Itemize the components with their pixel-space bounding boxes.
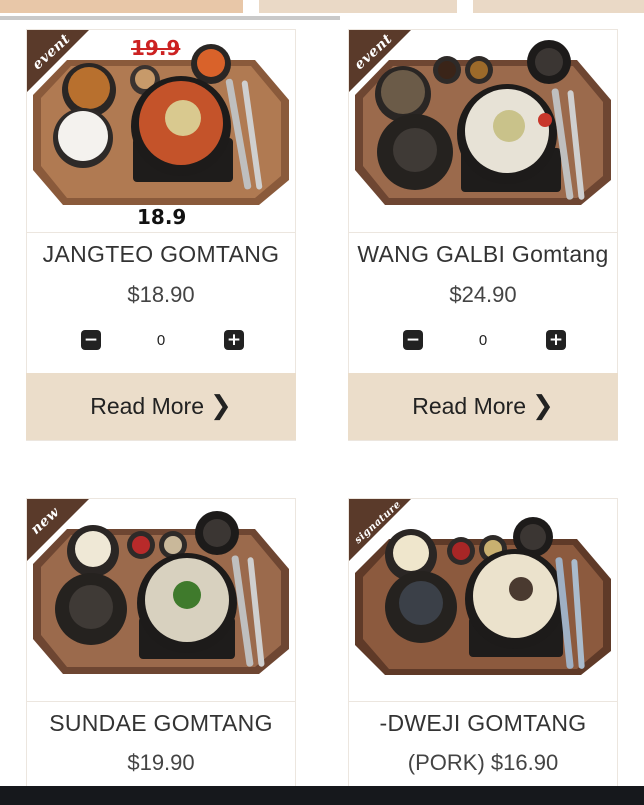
top-decor-bar-1 (0, 0, 243, 13)
product-card: event WANG GALBI Gomtang $24.90 − 0 + Re… (348, 29, 618, 441)
product-image[interactable]: new (27, 499, 295, 702)
product-image[interactable]: event (349, 30, 617, 233)
minus-square-icon[interactable]: − (81, 330, 101, 350)
read-more-label: Read More (90, 393, 204, 419)
product-image[interactable]: event 19.9 18.9 (27, 30, 295, 233)
read-more-label: Read More (412, 393, 526, 419)
read-more-button[interactable]: Read More ❯ (348, 373, 618, 440)
product-price: $18.90 (127, 282, 195, 307)
quantity-value[interactable]: 0 (151, 332, 171, 349)
bottom-bar (0, 786, 644, 805)
quantity-stepper: − 0 + (27, 330, 295, 354)
promo-price: 18.9 (137, 205, 187, 229)
divider-line (0, 16, 340, 20)
product-card: signature -DWEJI GOMTANG (PORK) $16.90 (348, 498, 618, 798)
chevron-right-icon: ❯ (531, 391, 554, 421)
minus-square-icon[interactable]: − (403, 330, 423, 350)
product-name: SUNDAE GOMTANG (49, 710, 273, 736)
quantity-value[interactable]: 0 (473, 332, 493, 349)
product-image[interactable]: signature (349, 499, 617, 702)
quantity-stepper: − 0 + (349, 330, 617, 354)
product-price: $19.90 (127, 750, 195, 775)
product-name: JANGTEO GOMTANG (42, 241, 280, 267)
read-more-button[interactable]: Read More ❯ (26, 373, 296, 440)
product-price: $24.90 (449, 282, 517, 307)
product-card: event 19.9 18.9 JANGTEO GOMTANG $18.90 −… (26, 29, 296, 441)
product-price: (PORK) $16.90 (407, 750, 559, 775)
top-decor-bar-3 (473, 0, 644, 13)
product-card: new SUNDAE GOMTANG $19.90 (26, 498, 296, 798)
product-name: WANG GALBI Gomtang (357, 241, 609, 267)
plus-square-icon[interactable]: + (546, 330, 566, 350)
product-name: -DWEJI GOMTANG (379, 710, 587, 736)
chevron-right-icon: ❯ (209, 391, 232, 421)
top-decor-bar-2 (259, 0, 457, 13)
plus-square-icon[interactable]: + (224, 330, 244, 350)
original-price: 19.9 (131, 36, 181, 60)
